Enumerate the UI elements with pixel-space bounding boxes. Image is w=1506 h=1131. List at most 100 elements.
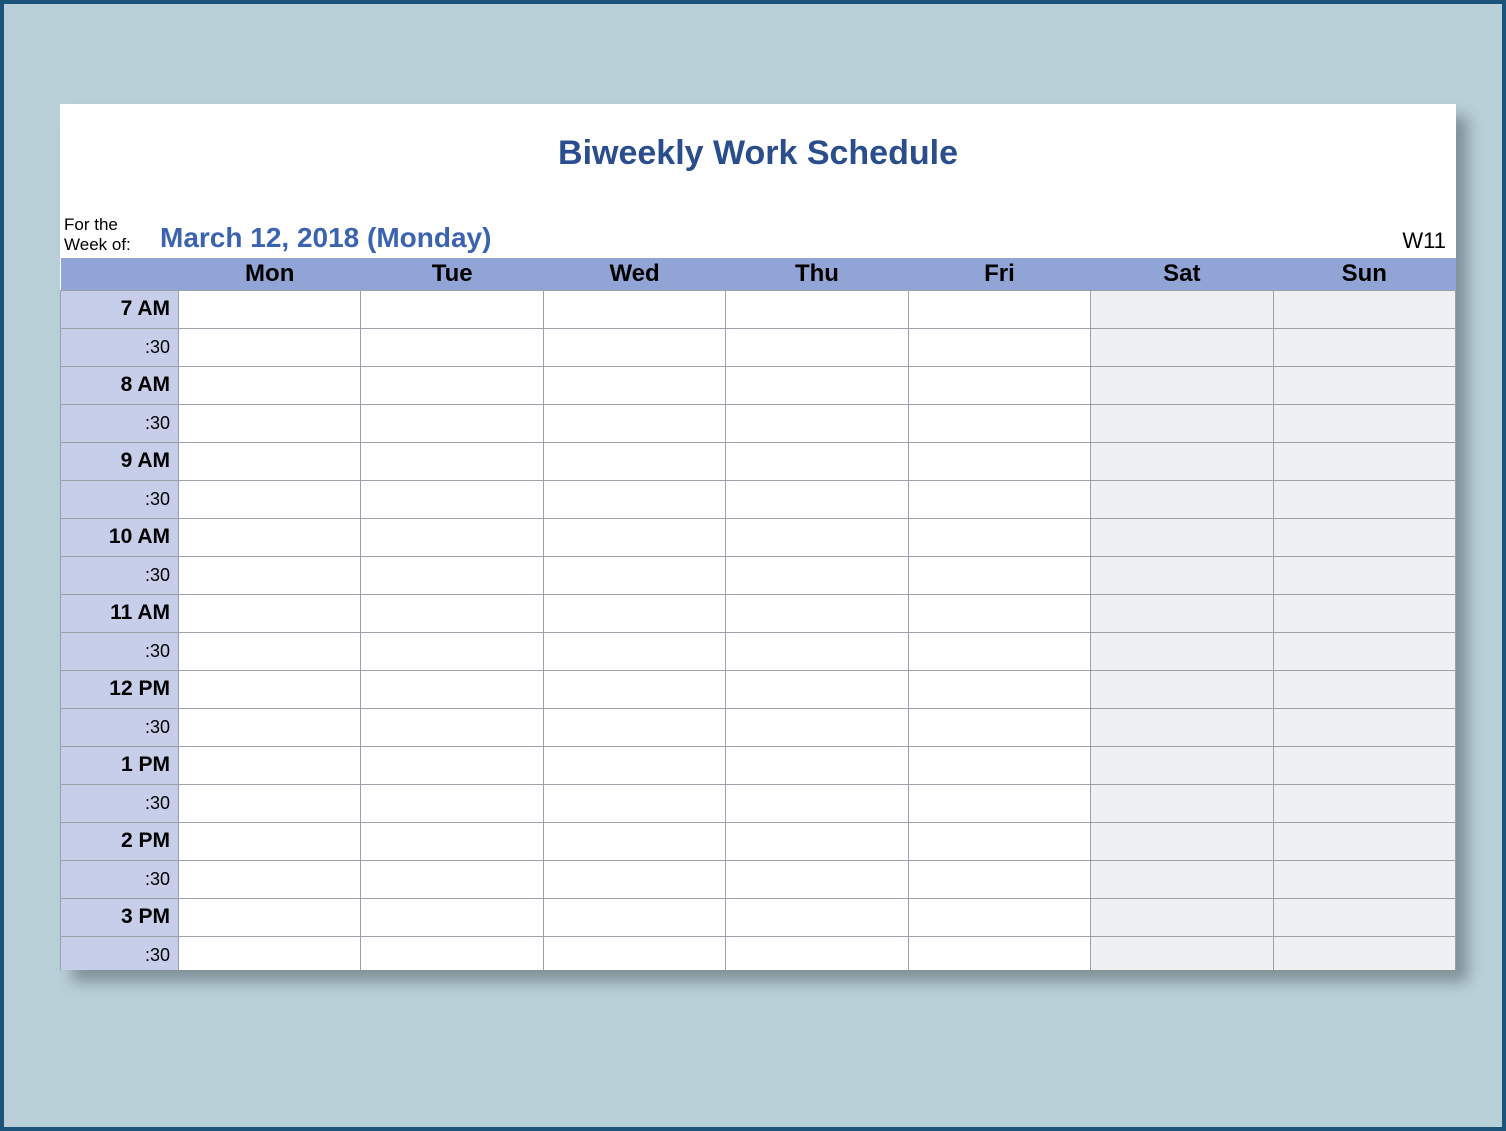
schedule-cell[interactable] [726, 442, 908, 480]
schedule-cell[interactable] [179, 784, 361, 822]
schedule-cell[interactable] [908, 290, 1090, 328]
schedule-cell[interactable] [1273, 594, 1455, 632]
schedule-cell[interactable] [726, 556, 908, 594]
schedule-cell[interactable] [726, 290, 908, 328]
schedule-cell[interactable] [543, 594, 725, 632]
schedule-cell[interactable] [361, 480, 543, 518]
schedule-cell[interactable] [726, 632, 908, 670]
schedule-cell[interactable] [908, 784, 1090, 822]
schedule-cell[interactable] [179, 670, 361, 708]
schedule-cell[interactable] [726, 594, 908, 632]
schedule-cell[interactable] [908, 860, 1090, 898]
schedule-cell[interactable] [908, 898, 1090, 936]
schedule-cell[interactable] [1091, 328, 1273, 366]
schedule-cell[interactable] [1091, 746, 1273, 784]
schedule-cell[interactable] [726, 366, 908, 404]
schedule-cell[interactable] [179, 708, 361, 746]
schedule-cell[interactable] [543, 708, 725, 746]
schedule-cell[interactable] [361, 328, 543, 366]
schedule-cell[interactable] [1273, 670, 1455, 708]
schedule-cell[interactable] [543, 518, 725, 556]
schedule-cell[interactable] [543, 556, 725, 594]
schedule-cell[interactable] [908, 632, 1090, 670]
schedule-cell[interactable] [908, 594, 1090, 632]
schedule-cell[interactable] [1273, 632, 1455, 670]
schedule-cell[interactable] [1273, 746, 1455, 784]
schedule-cell[interactable] [908, 822, 1090, 860]
schedule-cell[interactable] [908, 366, 1090, 404]
schedule-cell[interactable] [1091, 784, 1273, 822]
schedule-cell[interactable] [726, 746, 908, 784]
schedule-cell[interactable] [179, 442, 361, 480]
schedule-cell[interactable] [361, 290, 543, 328]
schedule-cell[interactable] [908, 518, 1090, 556]
schedule-cell[interactable] [179, 822, 361, 860]
schedule-cell[interactable] [1091, 594, 1273, 632]
schedule-cell[interactable] [726, 328, 908, 366]
schedule-cell[interactable] [543, 822, 725, 860]
schedule-cell[interactable] [361, 556, 543, 594]
schedule-cell[interactable] [361, 632, 543, 670]
schedule-cell[interactable] [543, 404, 725, 442]
schedule-cell[interactable] [1091, 632, 1273, 670]
schedule-cell[interactable] [1091, 708, 1273, 746]
schedule-cell[interactable] [361, 404, 543, 442]
schedule-cell[interactable] [543, 366, 725, 404]
schedule-cell[interactable] [361, 594, 543, 632]
schedule-cell[interactable] [1273, 442, 1455, 480]
schedule-cell[interactable] [1273, 860, 1455, 898]
schedule-cell[interactable] [1091, 404, 1273, 442]
schedule-cell[interactable] [908, 556, 1090, 594]
schedule-cell[interactable] [1091, 442, 1273, 480]
schedule-cell[interactable] [1091, 898, 1273, 936]
schedule-cell[interactable] [361, 670, 543, 708]
schedule-cell[interactable] [726, 404, 908, 442]
schedule-cell[interactable] [726, 898, 908, 936]
schedule-cell[interactable] [179, 898, 361, 936]
schedule-cell[interactable] [1091, 822, 1273, 860]
schedule-cell[interactable] [179, 594, 361, 632]
schedule-cell[interactable] [179, 328, 361, 366]
schedule-cell[interactable] [1273, 898, 1455, 936]
schedule-cell[interactable] [726, 708, 908, 746]
schedule-cell[interactable] [1273, 936, 1455, 970]
schedule-cell[interactable] [361, 936, 543, 970]
schedule-cell[interactable] [1273, 708, 1455, 746]
schedule-cell[interactable] [726, 518, 908, 556]
schedule-cell[interactable] [543, 860, 725, 898]
schedule-cell[interactable] [179, 366, 361, 404]
schedule-cell[interactable] [1273, 328, 1455, 366]
schedule-cell[interactable] [1273, 290, 1455, 328]
schedule-cell[interactable] [543, 480, 725, 518]
schedule-cell[interactable] [908, 442, 1090, 480]
schedule-cell[interactable] [179, 518, 361, 556]
schedule-cell[interactable] [726, 822, 908, 860]
schedule-cell[interactable] [179, 480, 361, 518]
schedule-cell[interactable] [179, 632, 361, 670]
schedule-cell[interactable] [543, 442, 725, 480]
schedule-cell[interactable] [1273, 366, 1455, 404]
schedule-cell[interactable] [361, 746, 543, 784]
schedule-cell[interactable] [726, 860, 908, 898]
schedule-cell[interactable] [361, 708, 543, 746]
schedule-cell[interactable] [726, 670, 908, 708]
schedule-cell[interactable] [1273, 480, 1455, 518]
schedule-cell[interactable] [908, 936, 1090, 970]
schedule-cell[interactable] [543, 936, 725, 970]
schedule-cell[interactable] [361, 442, 543, 480]
schedule-cell[interactable] [1091, 518, 1273, 556]
schedule-cell[interactable] [1273, 784, 1455, 822]
schedule-cell[interactable] [361, 822, 543, 860]
schedule-cell[interactable] [361, 898, 543, 936]
schedule-cell[interactable] [726, 784, 908, 822]
schedule-cell[interactable] [1091, 556, 1273, 594]
schedule-cell[interactable] [1091, 670, 1273, 708]
schedule-cell[interactable] [1273, 822, 1455, 860]
schedule-cell[interactable] [543, 670, 725, 708]
schedule-cell[interactable] [179, 746, 361, 784]
schedule-cell[interactable] [179, 290, 361, 328]
schedule-cell[interactable] [361, 366, 543, 404]
schedule-cell[interactable] [543, 784, 725, 822]
schedule-cell[interactable] [1091, 936, 1273, 970]
schedule-cell[interactable] [726, 480, 908, 518]
